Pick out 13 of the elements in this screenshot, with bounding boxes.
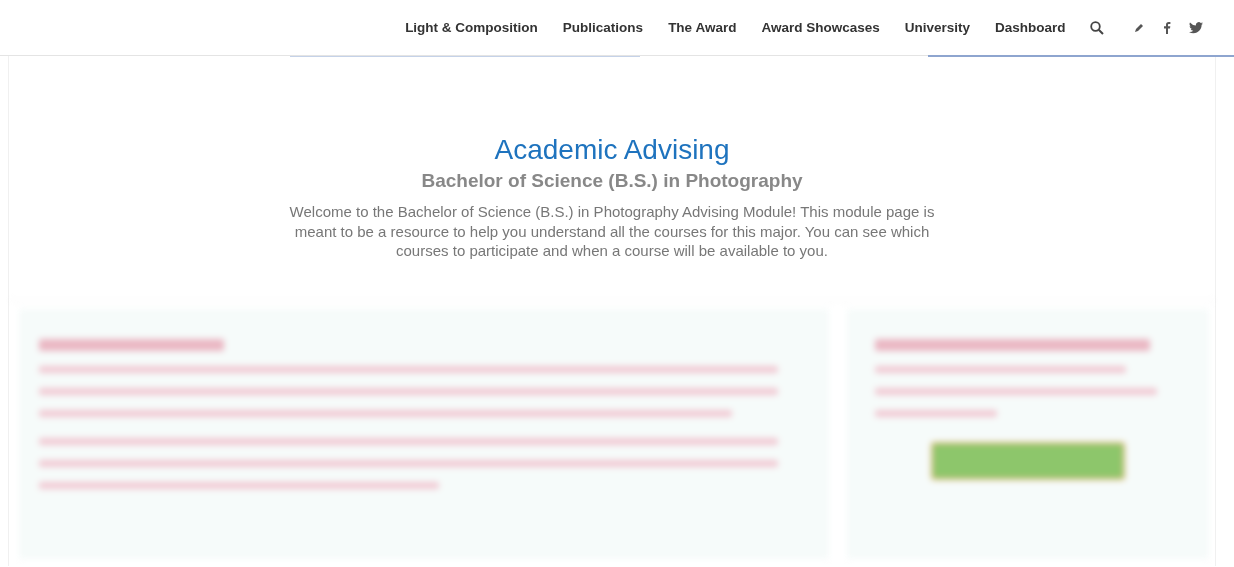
page-subtitle: Bachelor of Science (B.S.) in Photography bbox=[421, 170, 803, 192]
nav-link[interactable]: Award Showcases bbox=[761, 20, 880, 35]
page-title: Academic Advising bbox=[494, 134, 730, 166]
facebook-icon[interactable] bbox=[1163, 21, 1171, 34]
nav-link[interactable]: University bbox=[904, 20, 970, 35]
nav-link[interactable]: Dashboard bbox=[995, 20, 1066, 35]
nav-link[interactable]: Light & Composition bbox=[405, 20, 538, 35]
nav-link[interactable]: The Award bbox=[668, 20, 737, 35]
pencil-icon[interactable] bbox=[1133, 21, 1145, 34]
twitter-icon[interactable] bbox=[1189, 21, 1203, 34]
search-icon[interactable] bbox=[1090, 20, 1104, 35]
intro-paragraph: Welcome to the Bachelor of Science (B.S.) in Photography Advising Module! This module page is meant to be a resource to help you understand all the courses for this major. You can see which courses to participate and when a course will be available to you. bbox=[288, 202, 936, 261]
nav-link[interactable]: Publications bbox=[562, 20, 644, 35]
